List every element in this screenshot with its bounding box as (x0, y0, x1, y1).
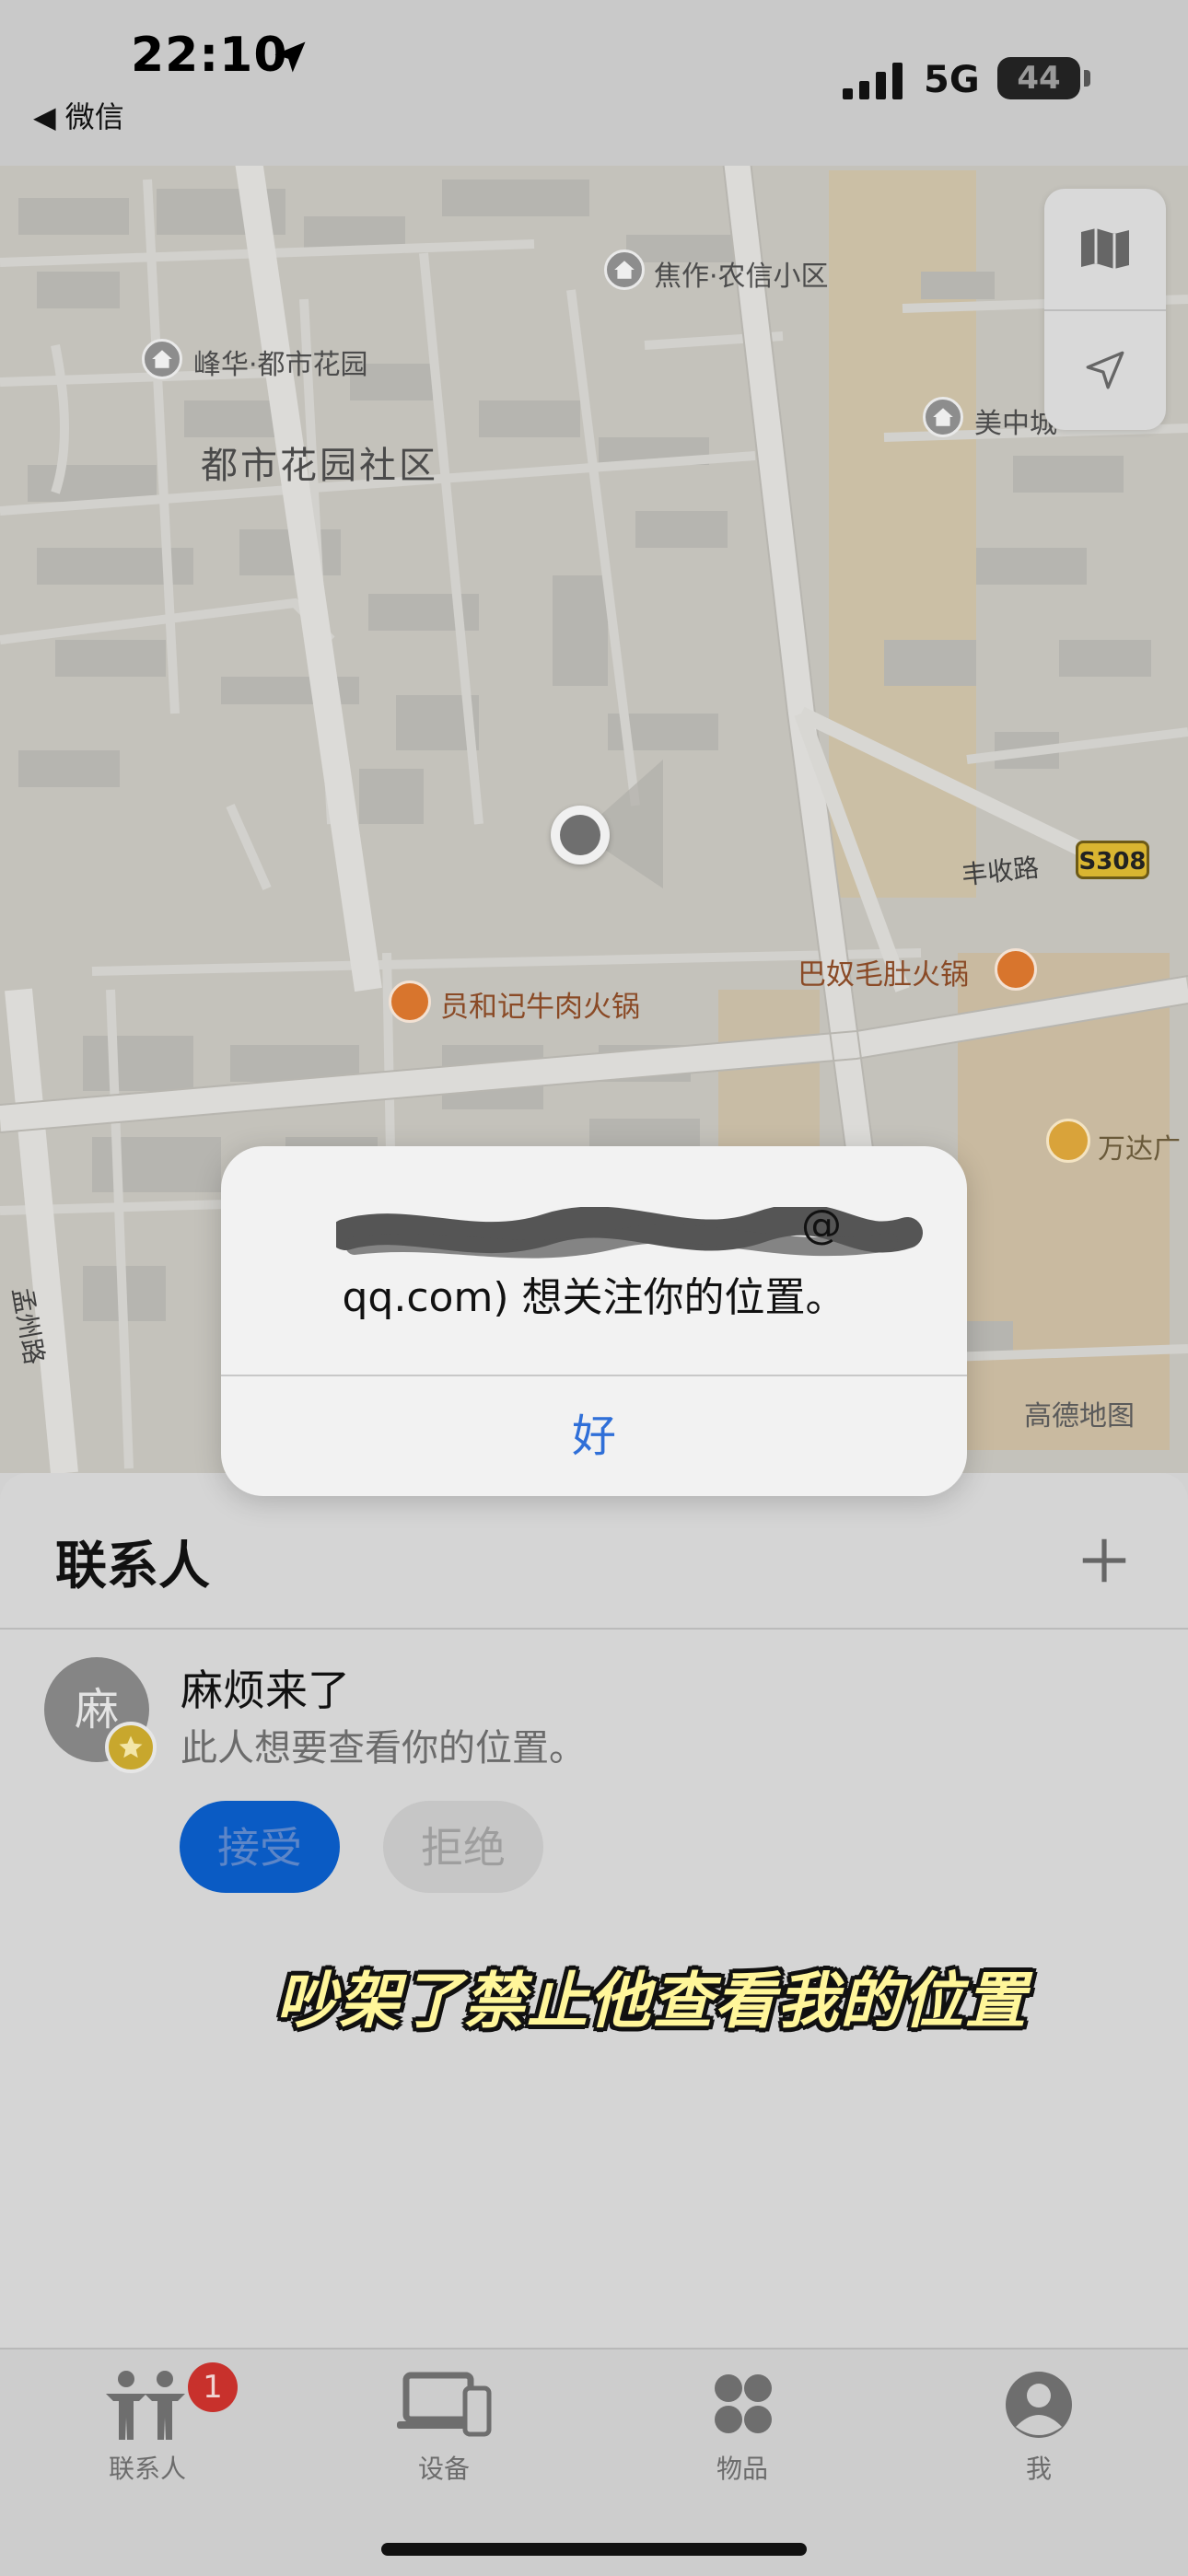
star-icon (105, 1722, 157, 1773)
ok-button[interactable]: 好 (221, 1376, 967, 1496)
map-icon (1081, 228, 1129, 269)
current-location-dot[interactable] (551, 806, 610, 864)
locate-button[interactable] (1044, 310, 1166, 430)
location-arrow-icon (1086, 351, 1124, 389)
poi-label[interactable]: 峰华·都市花园 (193, 342, 368, 382)
divider (0, 1628, 1188, 1630)
poi-label[interactable]: 焦作·农信小区 (654, 253, 829, 294)
sheet-title: 联系人 (55, 1537, 210, 1596)
tab-label: 设备 (417, 2454, 470, 2484)
items-icon (715, 2374, 772, 2433)
accept-button[interactable]: 接受 (180, 1801, 340, 1893)
location-services-icon (274, 41, 306, 73)
tab-bar: 联系人 1 设备 物品 我 (0, 2348, 1188, 2576)
map-attribution: 高德地图 (1024, 1400, 1135, 1433)
restaurant-icon[interactable] (389, 981, 431, 1023)
restaurant-label[interactable]: 员和记牛肉火锅 (440, 983, 640, 1025)
residential-poi-icon[interactable] (142, 339, 182, 379)
contact-request-text: 此人想要查看你的位置。 (181, 1727, 586, 1770)
battery-tip (1084, 70, 1090, 87)
tab-me[interactable]: 我 (947, 2368, 1131, 2506)
contact-name[interactable]: 麻烦来了 (181, 1657, 350, 1718)
decline-button[interactable]: 拒绝 (383, 1801, 543, 1893)
home-indicator[interactable] (381, 2543, 807, 2556)
tab-label: 我 (1025, 2454, 1052, 2484)
status-time: 22:10 (131, 28, 288, 83)
poi-label[interactable]: 万达广 (1098, 1126, 1181, 1166)
status-bar: 22:10 ◀ 微信 5G 44 (0, 0, 1188, 166)
tab-people[interactable]: 联系人 1 (55, 2362, 239, 2506)
back-to-app-link[interactable]: ◀ 微信 (33, 94, 124, 136)
follow-request-alert: @ qq.com) 想关注你的位置。 好 (221, 1146, 967, 1496)
tab-items[interactable]: 物品 (650, 2368, 834, 2506)
map-controls (1044, 189, 1166, 430)
people-icon (106, 2371, 185, 2440)
alert-email-suffix: @ (801, 1201, 842, 1248)
restaurant-label[interactable]: 巴奴毛肚火锅 (798, 951, 969, 992)
notification-badge: 1 (188, 2362, 238, 2412)
people-sheet: 联系人 麻 麻烦来了 此人想要查看你的位置。 接受 拒绝 吵架了禁止他查看我的位… (0, 1473, 1188, 2348)
highway-shield: S308 (1076, 841, 1149, 879)
tab-label: 物品 (716, 2454, 768, 2484)
tab-label: 联系人 (108, 2454, 186, 2484)
residential-poi-icon[interactable] (604, 249, 645, 290)
overlay-caption: 吵架了禁止他查看我的位置 (276, 1966, 1028, 2036)
residential-poi-icon[interactable] (923, 397, 963, 437)
map-mode-button[interactable] (1044, 189, 1166, 308)
me-icon (1006, 2372, 1072, 2438)
cellular-signal-icon (843, 63, 903, 99)
tab-devices[interactable]: 设备 (352, 2368, 536, 2506)
battery-indicator: 44 (997, 57, 1080, 99)
alert-message: qq.com) 想关注你的位置。 (342, 1274, 846, 1321)
restaurant-icon[interactable] (995, 948, 1037, 991)
mall-icon[interactable] (1046, 1119, 1090, 1163)
redacted-scribble (336, 1207, 923, 1259)
district-label: 都市花园社区 (201, 445, 438, 487)
plus-icon[interactable] (1076, 1532, 1133, 1589)
network-type: 5G (924, 59, 980, 101)
devices-icon (397, 2372, 492, 2437)
